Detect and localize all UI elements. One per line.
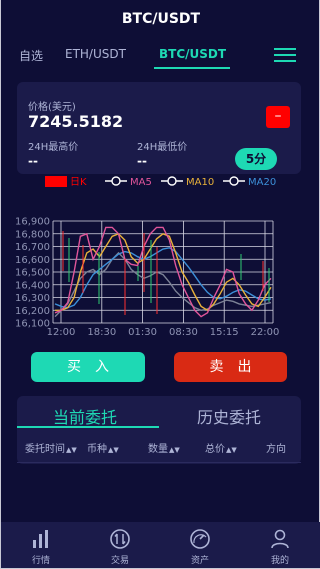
x-tick-label: 12:00	[47, 327, 76, 338]
app-frame: BTC/USDT 自选 ETH/USDT BTC/USDT 价格(美元) 724…	[0, 0, 320, 569]
tab-eth-usdt[interactable]: ETH/USDT	[65, 47, 126, 61]
col-direction[interactable]: 方向	[266, 440, 286, 455]
legend-label: MA10	[186, 177, 214, 188]
chart-bars-icon	[33, 530, 48, 548]
tab-active-indicator	[154, 67, 230, 69]
y-tick-label: 16,300	[15, 293, 50, 304]
sell-button[interactable]: 卖出	[174, 352, 287, 382]
buy-button[interactable]: 买入	[31, 352, 145, 382]
y-tick-label: 16,800	[15, 229, 50, 240]
gauge-icon	[190, 529, 210, 549]
col-quantity[interactable]: 数量▲▼	[148, 440, 180, 455]
legend-marker-ma10	[167, 176, 177, 186]
collapse-button[interactable]: –	[266, 106, 290, 128]
x-tick-label: 18:30	[87, 327, 116, 338]
orders-tab-indicator	[17, 426, 159, 428]
high-value: --	[28, 154, 38, 168]
series-line-ma20	[54, 247, 272, 309]
nav-trade-label: 交易	[110, 556, 129, 566]
tab-btc-usdt[interactable]: BTC/USDT	[159, 47, 226, 61]
legend-label: 日K	[70, 177, 87, 188]
y-tick-label: 16,200	[15, 306, 50, 317]
period-selector-button[interactable]: 5分	[235, 148, 277, 170]
low-value: --	[137, 154, 147, 168]
col-order-time[interactable]: 委托时间▲▼	[25, 440, 77, 455]
swap-circle-icon	[110, 529, 130, 549]
nav-profile[interactable]: 我的	[255, 528, 305, 566]
orders-panel: 当前委托 历史委托 委托时间▲▼ 币种▲▼ 数量▲▼ 总价▲▼ 方向	[17, 396, 301, 464]
nav-market-label: 行情	[31, 556, 50, 566]
tab-history-orders[interactable]: 历史委托	[197, 404, 261, 428]
user-icon	[271, 529, 289, 549]
col-currency[interactable]: 币种▲▼	[87, 440, 119, 455]
nav-market[interactable]: 行情	[16, 528, 66, 566]
y-tick-label: 16,100	[15, 319, 50, 330]
y-tick-label: 16,500	[15, 268, 50, 279]
kline-chart: 日K MA5 MA10 MA20 16,900 16,800 16,700 16,600 16,…	[1, 171, 320, 343]
bottom-nav: 行情 交易 资产 我的	[1, 522, 320, 568]
current-price: 7245.5182	[28, 112, 124, 131]
orders-divider	[17, 462, 301, 463]
col-total[interactable]: 总价▲▼	[205, 440, 237, 455]
x-tick-label: 15:15	[210, 327, 239, 338]
y-tick-label: 16,900	[15, 217, 50, 228]
legend-marker-ma5	[111, 176, 121, 186]
y-tick-label: 16,400	[15, 280, 50, 291]
y-tick-label: 16,700	[15, 242, 50, 253]
nav-assets-label: 资产	[190, 556, 209, 566]
legend-swatch-daily	[45, 176, 67, 187]
kline-chart-svg: 日K MA5 MA10 MA20 16,90016,800 16,700 16,600 16,…	[15, 176, 280, 338]
price-label: 价格(美元)	[28, 102, 76, 113]
high-label: 24H最高价	[28, 142, 79, 153]
nav-assets[interactable]: 资产	[175, 528, 225, 566]
tab-current-orders[interactable]: 当前委托	[53, 404, 117, 428]
tab-favorites[interactable]: 自选	[19, 47, 43, 64]
x-tick-label: 22:00	[251, 327, 280, 338]
page-title: BTC/USDT	[121, 11, 201, 27]
legend-marker-ma20	[229, 176, 239, 186]
x-tick-label: 01:30	[128, 327, 157, 338]
legend-label: MA5	[130, 177, 152, 188]
y-tick-label: 16,600	[15, 255, 50, 266]
menu-icon[interactable]	[274, 47, 296, 63]
nav-trade[interactable]: 交易	[95, 528, 145, 566]
legend-label: MA20	[248, 177, 276, 188]
low-label: 24H最低价	[137, 142, 188, 153]
x-tick-label: 08:30	[169, 327, 198, 338]
nav-profile-label: 我的	[270, 556, 289, 566]
